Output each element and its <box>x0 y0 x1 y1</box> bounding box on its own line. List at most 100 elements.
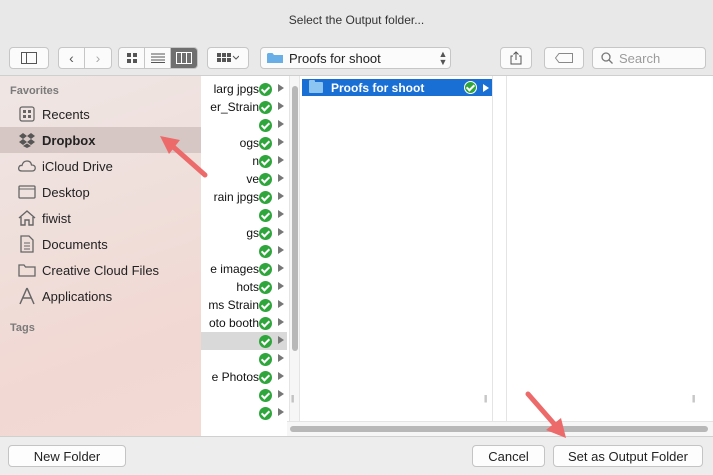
location-label: Proofs for shoot <box>289 50 381 66</box>
sidebar-item-label: Dropbox <box>42 132 96 148</box>
column-divider <box>506 76 507 421</box>
column-1-scrollbar[interactable] <box>289 76 300 421</box>
column-view-button[interactable] <box>171 48 197 68</box>
sidebar-item-label: Desktop <box>42 184 90 200</box>
folder-row[interactable]: gs <box>201 224 287 242</box>
folder-row[interactable]: ve <box>201 170 287 188</box>
sidebar-item-label: Documents <box>42 236 108 252</box>
folder-column-1: larg jpgs er_Strainogs n ve rain jpgs gs e ima… <box>201 76 287 421</box>
chevron-left-icon: ‹ <box>69 50 74 66</box>
synced-check-icon <box>259 263 272 276</box>
back-button[interactable]: ‹ <box>59 48 85 68</box>
tag-button[interactable] <box>544 47 584 69</box>
sidebar-item-icloud-drive[interactable]: iCloud Drive <box>0 153 201 179</box>
synced-check-icon <box>464 81 477 94</box>
folder-row[interactable] <box>201 404 287 421</box>
column-resize-handle[interactable]: || <box>484 394 487 403</box>
set-output-folder-button[interactable]: Set as Output Folder <box>553 445 703 467</box>
location-popup[interactable]: Proofs for shoot ▲ ▼ <box>260 47 451 69</box>
sidebar-toggle-button[interactable] <box>9 47 49 69</box>
selected-folder-row[interactable]: Proofs for shoot <box>302 79 492 96</box>
sidebar-item-label: Recents <box>42 106 90 122</box>
disclosure-arrow-icon <box>278 390 284 398</box>
sidebar-item-recents[interactable]: Recents <box>0 101 201 127</box>
disclosure-arrow-icon <box>278 264 284 272</box>
synced-check-icon <box>259 245 272 258</box>
disclosure-arrow-icon <box>278 138 284 146</box>
window-title: Select the Output folder... <box>0 0 713 40</box>
search-icon <box>601 52 613 64</box>
folder-row[interactable] <box>201 332 287 350</box>
sidebar-item-label: iCloud Drive <box>42 158 113 174</box>
folder-row[interactable]: oto booth <box>201 314 287 332</box>
horizontal-scrollbar[interactable] <box>287 421 713 436</box>
folder-row[interactable]: e Photos <box>201 368 287 386</box>
new-folder-button[interactable]: New Folder <box>8 445 126 467</box>
folder-row[interactable]: hots <box>201 278 287 296</box>
arrange-button[interactable] <box>207 47 249 69</box>
sidebar-item-desktop[interactable]: Desktop <box>0 179 201 205</box>
desktop-icon <box>17 182 37 202</box>
folder-row[interactable] <box>201 350 287 368</box>
folder-row[interactable]: ogs <box>201 134 287 152</box>
folder-row[interactable]: n <box>201 152 287 170</box>
share-button[interactable] <box>500 47 532 69</box>
disclosure-arrow-icon <box>278 318 284 326</box>
synced-check-icon <box>259 137 272 150</box>
sidebar-item-label: Applications <box>42 288 113 304</box>
applications-icon <box>17 286 37 306</box>
folder-row-label: hots <box>236 280 259 294</box>
folder-row-label: rain jpgs <box>213 190 259 204</box>
icon-view-button[interactable] <box>119 48 145 68</box>
folder-row[interactable]: er_Strain <box>201 98 287 116</box>
sidebar-item-documents[interactable]: Documents <box>0 231 201 257</box>
folder-row-label: ms Strain <box>208 298 259 312</box>
folder-row[interactable] <box>201 116 287 134</box>
synced-check-icon <box>259 173 272 186</box>
cancel-button[interactable]: Cancel <box>472 445 545 467</box>
synced-check-icon <box>259 83 272 96</box>
column-resize-handle[interactable]: || <box>692 394 695 403</box>
disclosure-arrow-icon <box>483 84 489 92</box>
sidebar-item-fiwist[interactable]: fiwist <box>0 205 201 231</box>
folder-row[interactable]: e images <box>201 260 287 278</box>
recents-icon <box>17 104 37 124</box>
synced-check-icon <box>259 299 272 312</box>
sidebar-item-creative-cloud-files[interactable]: Creative Cloud Files <box>0 257 201 283</box>
search-input[interactable] <box>619 50 699 66</box>
forward-button[interactable]: › <box>85 48 111 68</box>
synced-check-icon <box>259 119 272 132</box>
disclosure-arrow-icon <box>278 282 284 290</box>
documents-icon <box>17 234 37 254</box>
folder-column-2: Proofs for shoot || <box>300 76 493 421</box>
synced-check-icon <box>259 101 272 114</box>
search-field[interactable] <box>592 47 706 69</box>
folder-row[interactable] <box>201 242 287 260</box>
folder-row[interactable] <box>201 206 287 224</box>
column-resize-handle[interactable]: || <box>291 394 294 403</box>
sidebar-item-applications[interactable]: Applications <box>0 283 201 309</box>
disclosure-arrow-icon <box>278 354 284 362</box>
folder-row-label: er_Strain <box>210 100 259 114</box>
folder-row[interactable]: rain jpgs <box>201 188 287 206</box>
disclosure-arrow-icon <box>278 246 284 254</box>
synced-check-icon <box>259 389 272 402</box>
list-icon <box>150 53 165 63</box>
folder-row-label: oto booth <box>208 316 259 330</box>
disclosure-arrow-icon <box>278 156 284 164</box>
folder-row-label: larg jpgs <box>213 82 259 96</box>
selected-folder-label: Proofs for shoot <box>331 80 425 95</box>
disclosure-arrow-icon <box>278 174 284 182</box>
folder-row-label: e images <box>210 262 259 276</box>
sidebar-item-label: fiwist <box>42 210 71 226</box>
folder-row[interactable]: ms Strain <box>201 296 287 314</box>
folder-icon <box>309 80 323 93</box>
list-view-button[interactable] <box>145 48 171 68</box>
folder-row[interactable]: larg jpgs <box>201 80 287 98</box>
sidebar-item-dropbox[interactable]: Dropbox <box>0 127 201 153</box>
synced-check-icon <box>259 353 272 366</box>
folder-row[interactable] <box>201 386 287 404</box>
disclosure-arrow-icon <box>278 192 284 200</box>
sidebar-icon <box>21 52 37 64</box>
share-icon <box>510 51 522 65</box>
